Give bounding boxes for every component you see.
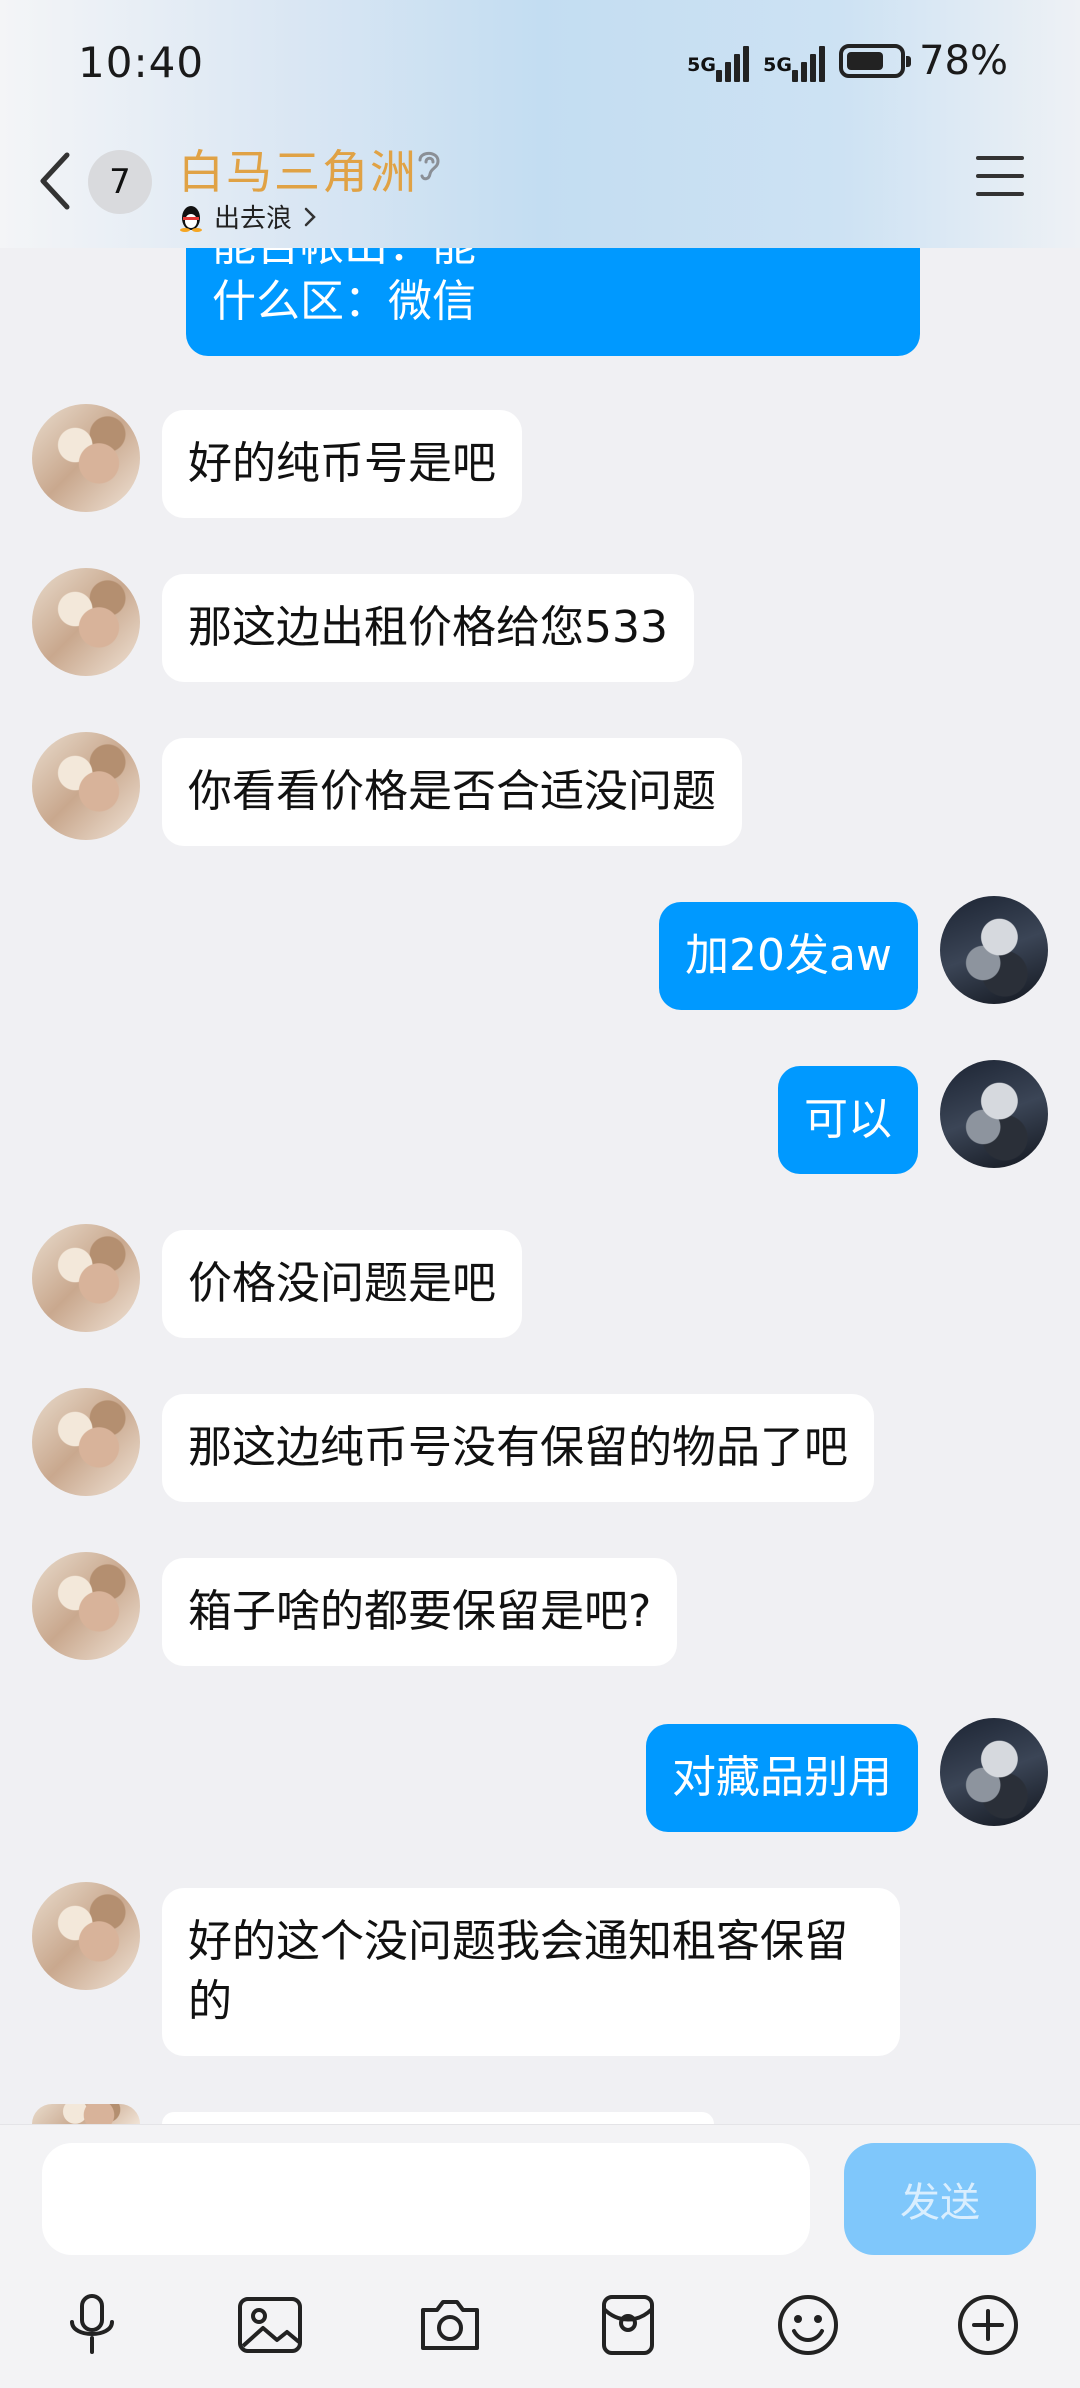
message-text: 什么区：微信 bbox=[212, 276, 476, 327]
emoji-button[interactable] bbox=[772, 2289, 844, 2361]
chevron-right-icon bbox=[304, 207, 316, 226]
avatar[interactable] bbox=[940, 896, 1048, 1004]
red-packet-button[interactable] bbox=[592, 2289, 664, 2361]
message-bubble-out[interactable]: 加20发aw bbox=[659, 902, 918, 1010]
microphone-icon bbox=[70, 2294, 114, 2354]
avatar[interactable] bbox=[940, 1718, 1048, 1826]
menu-button[interactable] bbox=[976, 156, 1030, 202]
battery-percent: 78% bbox=[919, 38, 1008, 84]
message-bubble-in[interactable]: 价格没问题是吧 bbox=[162, 1230, 522, 1338]
group-subtitle[interactable]: 出去浪 bbox=[178, 198, 318, 235]
message-input[interactable] bbox=[42, 2143, 810, 2255]
emoji-icon bbox=[778, 2295, 838, 2355]
ear-icon[interactable] bbox=[414, 146, 444, 186]
chat-title[interactable]: 白马三角洲 bbox=[178, 136, 418, 202]
subtitle-text: 出去浪 bbox=[214, 204, 293, 234]
avatar[interactable] bbox=[32, 568, 140, 676]
image-icon bbox=[238, 2297, 302, 2353]
camera-button[interactable] bbox=[414, 2289, 486, 2361]
unread-badge[interactable]: 7 bbox=[88, 150, 152, 214]
chevron-left-icon bbox=[40, 152, 70, 210]
message-bubble-in[interactable]: 那这边纯币号没有保留的物品了吧 bbox=[162, 1394, 874, 1502]
qq-penguin-icon bbox=[180, 205, 202, 232]
message-bubble-out[interactable]: 可以 bbox=[778, 1066, 918, 1174]
avatar[interactable] bbox=[32, 1224, 140, 1332]
message-bubble-in[interactable]: 好的这个没问题我会通知租客保留的 bbox=[162, 1888, 900, 2056]
plus-icon bbox=[958, 2295, 1018, 2355]
avatar[interactable] bbox=[32, 1388, 140, 1496]
avatar[interactable] bbox=[32, 1882, 140, 1990]
battery-icon bbox=[839, 44, 912, 78]
composer: 发送 bbox=[0, 2124, 1080, 2388]
avatar[interactable] bbox=[940, 1060, 1048, 1168]
status-bar-right: 5G 5G 78% bbox=[687, 38, 1008, 84]
send-button[interactable]: 发送 bbox=[844, 2143, 1036, 2255]
message-bubble-in[interactable]: 你看看价格是否合适没问题 bbox=[162, 738, 742, 846]
status-time: 10:40 bbox=[78, 38, 205, 87]
message-bubble-out[interactable]: 对藏品别用 bbox=[646, 1724, 918, 1832]
red-packet-icon bbox=[602, 2295, 654, 2355]
avatar[interactable] bbox=[32, 404, 140, 512]
back-button[interactable] bbox=[30, 146, 80, 216]
avatar[interactable] bbox=[32, 2104, 140, 2124]
avatar[interactable] bbox=[32, 732, 140, 840]
message-bubble-in[interactable]: 箱子啥的都要保留是吧? bbox=[162, 1558, 678, 1666]
message-bubble-in[interactable] bbox=[162, 2112, 714, 2124]
menu-icon bbox=[976, 156, 1024, 160]
message-bubble-in[interactable]: 好的纯币号是吧 bbox=[162, 410, 522, 518]
voice-button[interactable] bbox=[56, 2289, 128, 2361]
more-button[interactable] bbox=[952, 2289, 1024, 2361]
signal-5g-icon: 5G bbox=[763, 40, 826, 82]
camera-icon bbox=[421, 2300, 479, 2350]
signal-5g-icon: 5G bbox=[687, 40, 750, 82]
chat-header: 10:40 5G 5G 78% 7 白马三角洲 出去浪 bbox=[0, 0, 1080, 248]
avatar[interactable] bbox=[32, 1552, 140, 1660]
message-bubble-in[interactable]: 那这边出租价格给您533 bbox=[162, 574, 694, 682]
gallery-button[interactable] bbox=[234, 2289, 306, 2361]
